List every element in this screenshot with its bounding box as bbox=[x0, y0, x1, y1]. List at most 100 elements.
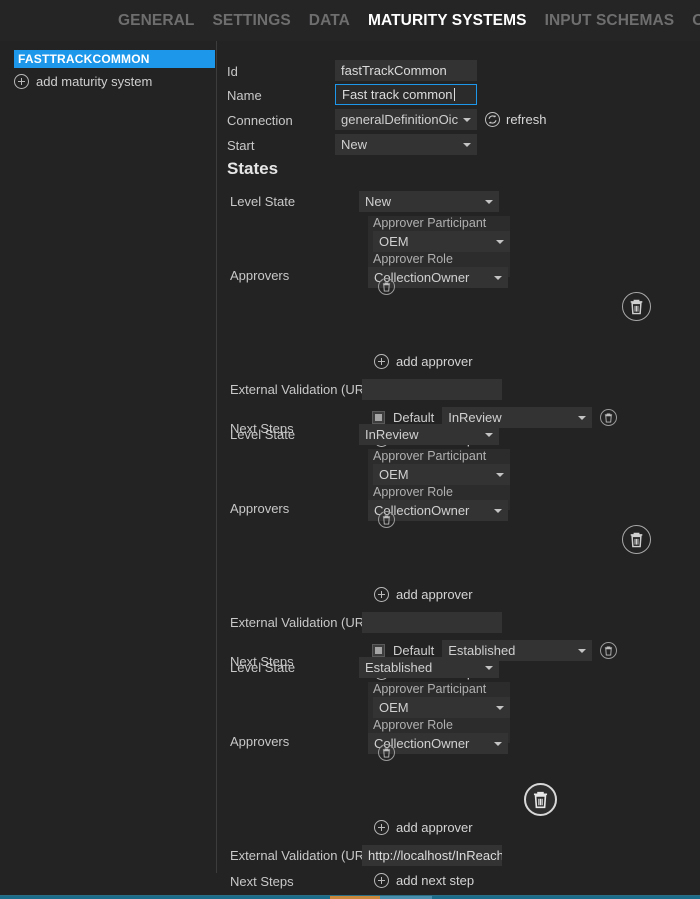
plus-circle-icon bbox=[374, 820, 389, 835]
approvers-label: Approvers bbox=[230, 268, 289, 284]
approvers-panel: Approver Participant OEM Approver Role C… bbox=[368, 682, 510, 743]
delete-approver-button[interactable] bbox=[378, 278, 395, 295]
name-label-wrap: Name bbox=[227, 87, 262, 105]
external-validation-label: External Validation (URI) bbox=[230, 615, 372, 631]
tab-general[interactable]: GENERAL bbox=[118, 12, 194, 30]
chevron-down-icon bbox=[485, 200, 493, 204]
level-state-label: Level State bbox=[230, 194, 295, 210]
add-maturity-system-button[interactable]: add maturity system bbox=[14, 74, 152, 89]
chevron-down-icon bbox=[463, 118, 471, 122]
connection-select[interactable]: generalDefinitionOic bbox=[335, 109, 477, 130]
approvers-label: Approvers bbox=[230, 734, 289, 750]
tab-maturity-systems[interactable]: MATURITY SYSTEMS bbox=[368, 12, 527, 30]
chevron-down-icon bbox=[494, 276, 502, 280]
name-field[interactable]: Fast track common bbox=[335, 84, 477, 105]
external-validation-field[interactable]: http://localhost/InReach bbox=[362, 845, 502, 866]
chevron-down-icon bbox=[578, 649, 586, 653]
delete-approver-button[interactable] bbox=[378, 744, 395, 761]
id-label-wrap: Id bbox=[227, 63, 238, 81]
next-step-value: InReview bbox=[448, 410, 501, 425]
id-field[interactable]: fastTrackCommon bbox=[335, 60, 477, 81]
chevron-down-icon bbox=[496, 240, 504, 244]
start-label-wrap: Start bbox=[227, 137, 254, 155]
name-label: Name bbox=[227, 88, 262, 103]
maturity-systems-editor: GENERAL SETTINGS DATA MATURITY SYSTEMS I… bbox=[0, 0, 700, 899]
name-field-value: Fast track common bbox=[342, 87, 453, 102]
approver-participant-select[interactable]: OEM bbox=[373, 464, 510, 485]
chevron-down-icon bbox=[494, 742, 502, 746]
connection-label-wrap: Connection bbox=[227, 112, 293, 130]
level-state-select[interactable]: Established bbox=[359, 657, 499, 678]
tab-data[interactable]: DATA bbox=[309, 12, 350, 30]
approver-participant-value: OEM bbox=[379, 700, 409, 715]
chevron-down-icon bbox=[463, 143, 471, 147]
approver-participant-label: Approver Participant bbox=[368, 682, 510, 697]
add-approver-button[interactable]: add approver bbox=[374, 587, 473, 602]
chevron-down-icon bbox=[578, 416, 586, 420]
approvers-panel: Approver Participant OEM Approver Role C… bbox=[368, 449, 510, 510]
level-state-label: Level State bbox=[230, 427, 295, 443]
plus-circle-icon bbox=[374, 873, 389, 888]
level-state-value: New bbox=[365, 194, 391, 209]
refresh-button[interactable]: refresh bbox=[485, 112, 546, 127]
chevron-down-icon bbox=[485, 666, 493, 670]
level-state-label: Level State bbox=[230, 660, 295, 676]
start-select[interactable]: New bbox=[335, 134, 477, 155]
start-label: Start bbox=[227, 138, 254, 153]
id-label: Id bbox=[227, 64, 238, 79]
approvers-label: Approvers bbox=[230, 501, 289, 517]
delete-state-button[interactable] bbox=[622, 292, 651, 321]
plus-circle-icon bbox=[14, 74, 29, 89]
default-label: Default bbox=[393, 410, 434, 425]
approver-role-label: Approver Role bbox=[368, 718, 510, 733]
maturity-system-detail: Id fastTrackCommon Name Fast track commo… bbox=[217, 41, 700, 899]
states-heading: States bbox=[227, 159, 278, 179]
start-select-value: New bbox=[341, 137, 367, 152]
next-step-value: Established bbox=[448, 643, 515, 658]
external-validation-field[interactable] bbox=[362, 612, 502, 633]
chevron-down-icon bbox=[485, 433, 493, 437]
tab-settings[interactable]: SETTINGS bbox=[212, 12, 290, 30]
level-state-select[interactable]: New bbox=[359, 191, 499, 212]
approver-participant-select[interactable]: OEM bbox=[373, 697, 510, 718]
plus-circle-icon bbox=[374, 354, 389, 369]
tab-output-schemas[interactable]: OUTPUT SC bbox=[692, 12, 700, 30]
delete-next-step-button[interactable] bbox=[600, 409, 617, 426]
tab-input-schemas[interactable]: INPUT SCHEMAS bbox=[545, 12, 675, 30]
approver-role-label: Approver Role bbox=[368, 485, 510, 500]
add-approver-label: add approver bbox=[396, 820, 473, 835]
external-validation-field[interactable] bbox=[362, 379, 502, 400]
approvers-panel: Approver Participant OEM Approver Role C… bbox=[368, 216, 510, 277]
delete-next-step-button[interactable] bbox=[600, 642, 617, 659]
default-label: Default bbox=[393, 643, 434, 658]
approver-participant-label: Approver Participant bbox=[368, 216, 510, 231]
sidebar-item-fasttrackcommon[interactable]: FASTTRACKCOMMON bbox=[14, 50, 215, 68]
connection-label: Connection bbox=[227, 113, 293, 128]
tab-bar: GENERAL SETTINGS DATA MATURITY SYSTEMS I… bbox=[0, 0, 700, 41]
chevron-down-icon bbox=[496, 473, 504, 477]
level-state-value: InReview bbox=[365, 427, 418, 442]
approver-participant-select[interactable]: OEM bbox=[373, 231, 510, 252]
level-state-value: Established bbox=[365, 660, 432, 675]
default-checkbox[interactable] bbox=[372, 644, 385, 657]
delete-approver-button[interactable] bbox=[378, 511, 395, 528]
delete-state-button[interactable] bbox=[622, 525, 651, 554]
plus-circle-icon bbox=[374, 587, 389, 602]
connection-select-value: generalDefinitionOic bbox=[341, 112, 458, 127]
chevron-down-icon bbox=[496, 706, 504, 710]
add-approver-button[interactable]: add approver bbox=[374, 820, 473, 835]
add-maturity-system-label: add maturity system bbox=[36, 74, 152, 89]
maturity-system-list: FASTTRACKCOMMON add maturity system bbox=[0, 41, 216, 899]
external-validation-label: External Validation (URI) bbox=[230, 382, 372, 398]
add-approver-button[interactable]: add approver bbox=[374, 354, 473, 369]
default-checkbox[interactable] bbox=[372, 411, 385, 424]
approver-role-label: Approver Role bbox=[368, 252, 510, 267]
level-state-select[interactable]: InReview bbox=[359, 424, 499, 445]
approver-participant-label: Approver Participant bbox=[368, 449, 510, 464]
external-validation-label: External Validation (URI) bbox=[230, 848, 372, 864]
add-approver-label: add approver bbox=[396, 587, 473, 602]
next-steps-label: Next Steps bbox=[230, 874, 294, 890]
delete-state-button[interactable] bbox=[524, 783, 557, 816]
approver-participant-value: OEM bbox=[379, 467, 409, 482]
add-next-step-button[interactable]: add next step bbox=[374, 873, 474, 888]
